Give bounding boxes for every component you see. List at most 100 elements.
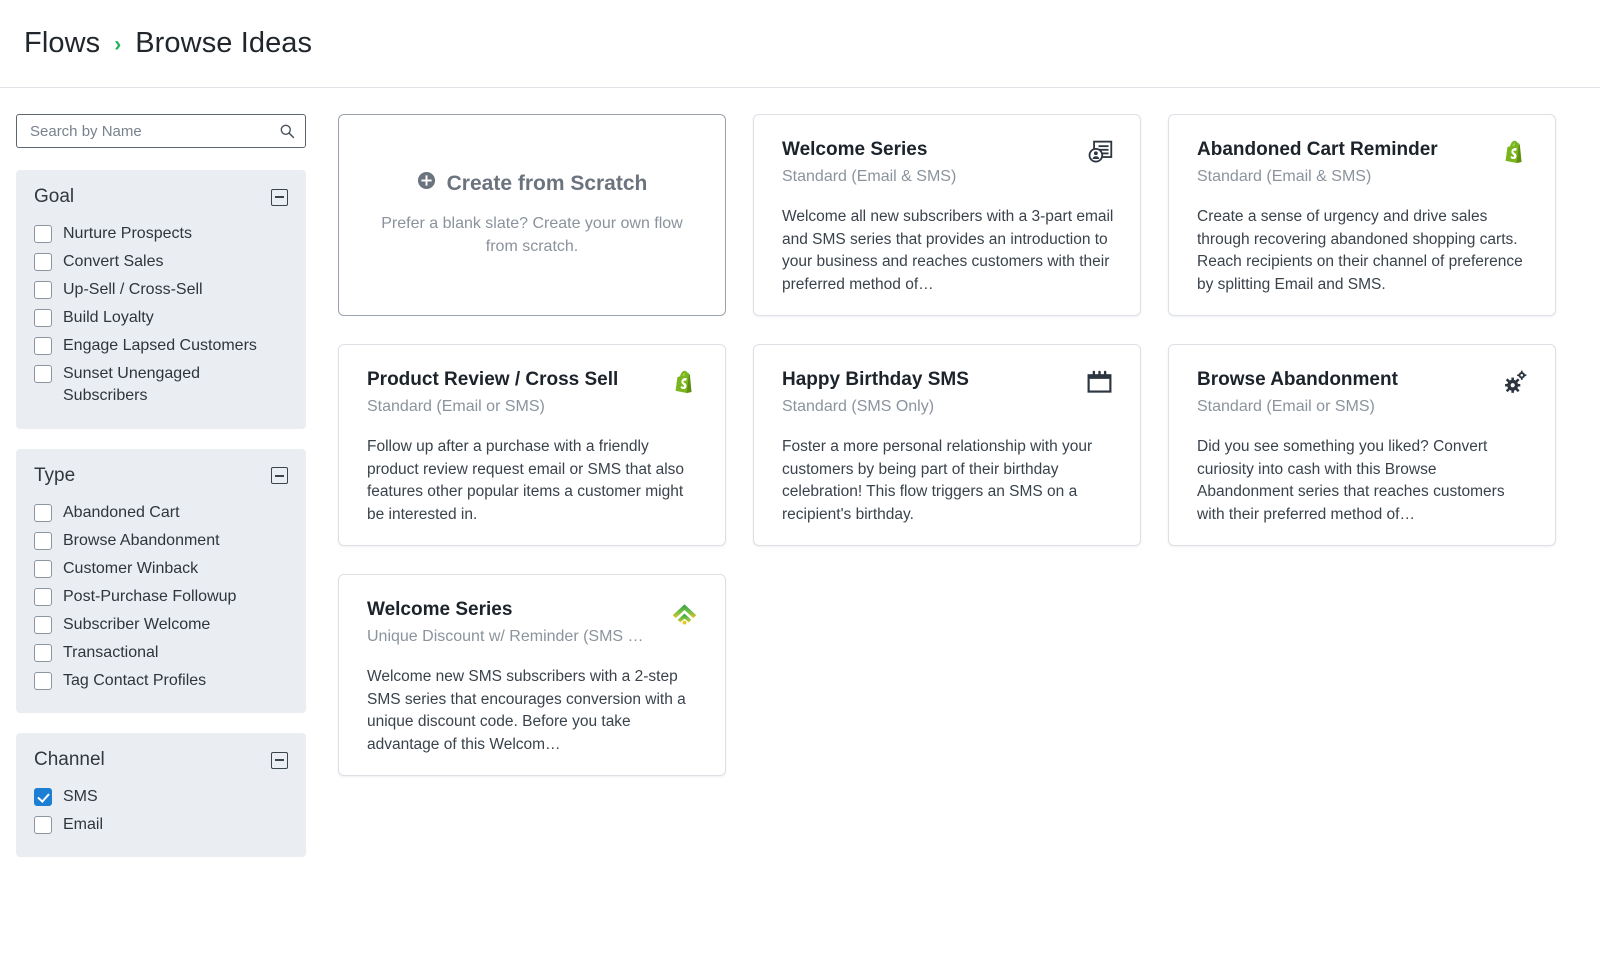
filter-title-type: Type <box>34 464 76 486</box>
flow-idea-card[interactable]: Browse Abandonment Standard (Email or SMS… <box>1168 344 1556 546</box>
checkbox-icon[interactable] <box>34 337 52 356</box>
card-description: Welcome all new subscribers with a 3-par… <box>782 207 1114 294</box>
card-title: Happy Birthday SMS <box>782 369 969 390</box>
filter-option-type-6[interactable]: Tag Contact Profiles <box>34 667 288 695</box>
flow-idea-card[interactable]: Welcome Series Unique Discount w/ Reminde… <box>338 574 726 776</box>
card-subtitle: Standard (Email & SMS) <box>1197 167 1372 185</box>
card-subtitle: Unique Discount w/ Reminder (SMS … <box>367 627 644 645</box>
checkbox-icon[interactable] <box>34 225 52 243</box>
filter-group-channel: Channel SMS Email <box>16 733 306 858</box>
shopify-icon <box>1499 137 1529 167</box>
filter-option-label: Engage Lapsed Customers <box>63 337 257 355</box>
flow-idea-card[interactable]: Abandoned Cart Reminder Standard (Email &… <box>1168 114 1556 316</box>
search-icon[interactable] <box>279 123 295 139</box>
filter-option-type-5[interactable]: Transactional <box>34 639 288 667</box>
checkbox-icon[interactable] <box>34 309 52 328</box>
create-from-scratch-label: Create from Scratch <box>446 171 648 195</box>
filter-group-goal: Goal Nurture Prospects Convert Sales Up-Sel… <box>16 170 306 429</box>
card-title: Welcome Series <box>367 599 513 620</box>
checkbox-icon[interactable] <box>34 503 52 522</box>
create-from-scratch-card[interactable]: Create from Scratch Prefer a blank slate… <box>338 114 726 316</box>
filter-option-label: Subscriber Welcome <box>63 615 211 633</box>
filter-option-type-3[interactable]: Post-Purchase Followup <box>34 583 288 611</box>
checkbox-icon[interactable] <box>34 365 52 384</box>
card-header: Happy Birthday SMS Standard (SMS Only) <box>782 369 1114 416</box>
card-description: Foster a more personal relationship with… <box>782 437 1093 524</box>
signal-arc-icon <box>669 597 699 627</box>
breadcrumb-item-flows[interactable]: Flows <box>24 27 100 60</box>
card-description: Create a sense of urgency and drive sale… <box>1197 207 1523 294</box>
filter-option-type-4[interactable]: Subscriber Welcome <box>34 611 288 639</box>
filter-option-label: Email <box>63 816 104 834</box>
filter-option-goal-4[interactable]: Engage Lapsed Customers <box>34 332 288 360</box>
checkbox-icon[interactable] <box>34 559 52 578</box>
card-subtitle: Standard (Email or SMS) <box>367 397 545 415</box>
filter-group-type: Type Abandoned Cart Browse Abandonment Cust… <box>16 448 306 714</box>
filter-option-label: SMS <box>63 788 98 806</box>
minus-square-icon[interactable] <box>271 467 288 485</box>
filter-option-label: Up-Sell / Cross-Sell <box>63 281 203 299</box>
card-header: Product Review / Cross Sell Standard (Ema… <box>367 369 699 416</box>
contact-card-icon <box>1084 137 1114 167</box>
flow-idea-card[interactable]: Product Review / Cross Sell Standard (Ema… <box>338 344 726 546</box>
checkbox-icon[interactable] <box>34 587 52 606</box>
card-title: Browse Abandonment <box>1197 369 1398 390</box>
chevron-right-icon: › <box>114 33 122 56</box>
minus-square-icon[interactable] <box>271 751 288 769</box>
filter-option-goal-5[interactable]: Sunset Unengaged Subscribers <box>34 360 288 410</box>
create-from-scratch-description: Prefer a blank slate? Create your own fl… <box>381 215 683 255</box>
flow-idea-card[interactable]: Welcome Series Standard (Email & SMS) Welc… <box>753 114 1141 316</box>
card-description: Follow up after a purchase with a friend… <box>367 437 685 524</box>
calendar-icon <box>1084 367 1114 397</box>
checkbox-icon[interactable] <box>34 531 52 550</box>
search-box[interactable] <box>16 114 306 148</box>
checkbox-icon[interactable] <box>34 253 52 272</box>
card-header: Welcome Series Unique Discount w/ Reminde… <box>367 599 699 646</box>
shopify-icon <box>669 367 699 397</box>
checkbox-icon[interactable] <box>34 615 52 634</box>
filter-option-type-1[interactable]: Browse Abandonment <box>34 527 288 555</box>
filter-sidebar: Goal Nurture Prospects Convert Sales Up-Sel… <box>16 114 306 877</box>
card-header: Welcome Series Standard (Email & SMS) <box>782 139 1114 186</box>
flow-ideas-grid: Create from Scratch Prefer a blank slate… <box>338 114 1576 877</box>
card-header: Abandoned Cart Reminder Standard (Email &… <box>1197 139 1529 186</box>
filter-option-label: Nurture Prospects <box>63 225 192 242</box>
filter-option-label: Sunset Unengaged Subscribers <box>63 365 200 405</box>
filter-option-type-2[interactable]: Customer Winback <box>34 555 288 583</box>
card-description: Welcome new SMS subscribers with a 2-ste… <box>367 667 686 754</box>
gears-icon <box>1499 367 1529 397</box>
filter-option-label: Build Loyalty <box>63 309 154 327</box>
filter-option-goal-2[interactable]: Up-Sell / Cross-Sell <box>34 276 288 304</box>
filter-option-label: Customer Winback <box>63 559 199 577</box>
filter-option-label: Tag Contact Profiles <box>63 672 207 690</box>
filter-option-label: Browse Abandonment <box>63 531 220 549</box>
filter-option-goal-1[interactable]: Convert Sales <box>34 248 288 276</box>
filter-header-channel: Channel <box>34 749 288 771</box>
filter-option-goal-3[interactable]: Build Loyalty <box>34 304 288 332</box>
checkbox-checked-icon[interactable] <box>34 788 52 807</box>
create-from-scratch-title: Create from Scratch <box>417 171 648 196</box>
filter-title-channel: Channel <box>34 749 105 771</box>
minus-square-icon[interactable] <box>271 188 288 206</box>
filter-option-goal-0[interactable]: Nurture Prospects <box>34 220 288 248</box>
filter-header-goal: Goal <box>34 186 288 208</box>
search-input[interactable] <box>28 121 271 141</box>
checkbox-icon[interactable] <box>34 643 52 662</box>
flow-idea-card[interactable]: Happy Birthday SMS Standard (SMS Only) Fos… <box>753 344 1141 546</box>
card-subtitle: Standard (Email or SMS) <box>1197 397 1375 415</box>
filter-option-channel-0[interactable]: SMS <box>34 783 288 811</box>
filter-option-label: Convert Sales <box>63 253 164 271</box>
checkbox-icon[interactable] <box>34 672 52 691</box>
checkbox-icon[interactable] <box>34 816 52 835</box>
filter-option-label: Post-Purchase Followup <box>63 587 237 605</box>
filter-option-type-0[interactable]: Abandoned Cart <box>34 499 288 527</box>
filter-title-goal: Goal <box>34 186 75 207</box>
page-header: Flows › Browse Ideas <box>0 0 1600 88</box>
checkbox-icon[interactable] <box>34 281 52 300</box>
card-header: Browse Abandonment Standard (Email or SMS… <box>1197 369 1529 416</box>
filter-option-channel-1[interactable]: Email <box>34 811 288 839</box>
card-title: Product Review / Cross Sell <box>367 369 619 390</box>
filter-option-label: Transactional <box>63 643 159 661</box>
card-title: Welcome Series <box>782 139 928 160</box>
card-title: Abandoned Cart Reminder <box>1197 139 1438 160</box>
